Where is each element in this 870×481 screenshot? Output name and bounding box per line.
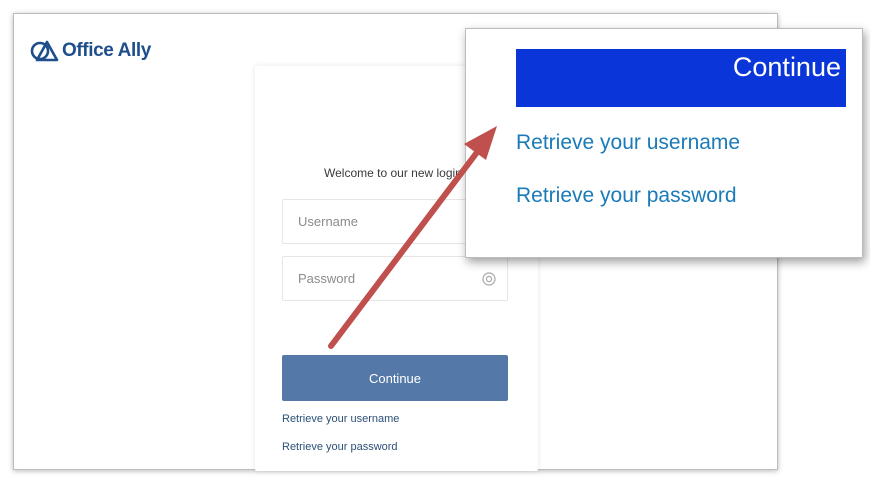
continue-button[interactable]: Continue xyxy=(282,355,508,401)
username-placeholder: Username xyxy=(298,214,358,229)
retrieve-password-link[interactable]: Retrieve your password xyxy=(282,441,398,453)
office-ally-logo[interactable]: Office Ally xyxy=(30,39,151,63)
zoom-callout: Continue Retrieve your username Retrieve… xyxy=(465,28,863,258)
zoom-retrieve-username-link[interactable]: Retrieve your username xyxy=(516,131,740,155)
retrieve-username-link[interactable]: Retrieve your username xyxy=(282,413,399,425)
office-ally-logo-icon xyxy=(30,40,59,62)
zoom-retrieve-password-link[interactable]: Retrieve your password xyxy=(516,184,737,208)
password-placeholder: Password xyxy=(298,271,356,286)
logo-text: Office Ally xyxy=(62,40,151,61)
eye-icon[interactable] xyxy=(481,271,497,287)
password-field[interactable]: Password xyxy=(282,256,508,301)
zoom-continue-button[interactable]: Continue xyxy=(516,49,846,107)
